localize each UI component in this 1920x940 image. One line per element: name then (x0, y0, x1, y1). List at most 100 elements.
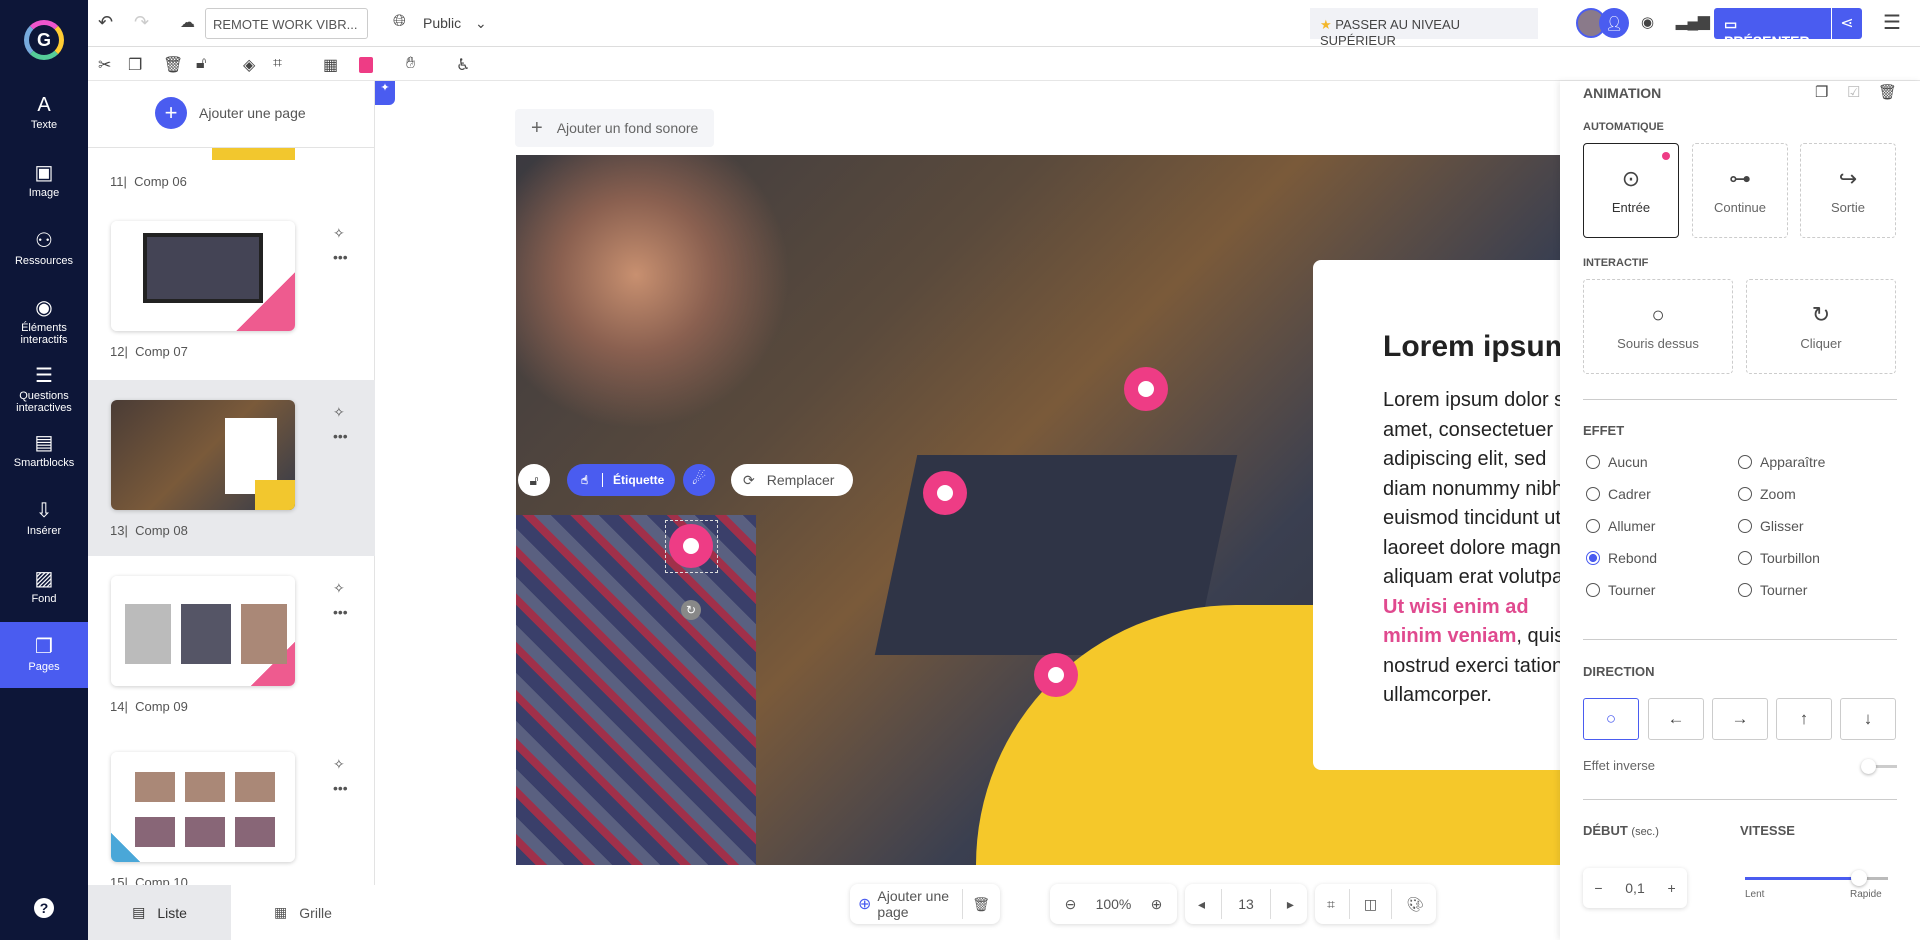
page-label-11[interactable]: 11| Comp 06 (110, 174, 187, 189)
paste-icon[interactable]: ☑ (1847, 83, 1860, 101)
next-page-icon[interactable]: ▸ (1277, 896, 1304, 913)
page-thumbnail[interactable] (111, 752, 295, 862)
add-sound-button[interactable]: + Ajouter un fond sonore (515, 109, 715, 147)
title-input[interactable]: REMOTE WORK VIBR... (205, 8, 368, 39)
rotate-handle[interactable]: ↻ (681, 600, 701, 620)
direction-none[interactable]: ○ (1583, 698, 1639, 740)
trash-icon[interactable]: 🗑︎ (1878, 83, 1897, 101)
upgrade-button[interactable]: ★ PASSER AU NIVEAU SUPÉRIEUR (1310, 8, 1538, 48)
redo-icon[interactable]: ↷ (134, 12, 149, 33)
stats-icon[interactable]: ▂▄▆ (1676, 12, 1710, 30)
menu-icon[interactable]: ☰ (1883, 10, 1901, 35)
slide-body[interactable]: Lorem ipsum dolor sit amet, consectetuer… (1383, 386, 1560, 711)
page-item-14[interactable]: ✧ ••• 14| Comp 09 (88, 556, 375, 732)
add-collaborator-button[interactable]: 👤︎ (1599, 8, 1629, 38)
more-icon[interactable]: ••• (333, 249, 348, 265)
interaction-button[interactable]: ☄ (683, 464, 715, 496)
effect-radio-glisser[interactable]: Glisser (1738, 518, 1804, 534)
add-page-bottom[interactable]: ⊕ Ajouter une page 🗑︎ (850, 884, 1000, 924)
effect-radio-tourbillon[interactable]: Tourbillon (1738, 550, 1820, 566)
anim-sortie[interactable]: ↪ Sortie (1800, 143, 1896, 238)
speed-slider[interactable] (1745, 870, 1888, 886)
genially-logo[interactable]: G (24, 20, 64, 60)
cut-icon[interactable]: ✂ (98, 55, 111, 75)
lock-icon[interactable]: 🔓︎ (196, 55, 206, 73)
page-item-12[interactable]: ✧ ••• 12| Comp 07 (88, 201, 375, 377)
share-button[interactable]: ⋖ (1832, 8, 1862, 39)
page-thumbnail[interactable] (111, 400, 295, 510)
unlock-element-button[interactable]: 🔓︎ (518, 464, 550, 496)
label-type-button[interactable]: ☝︎ Étiquette (567, 464, 675, 496)
effect-radio-aucun[interactable]: Aucun (1586, 454, 1648, 470)
more-icon[interactable]: ••• (333, 604, 348, 620)
tab-grille[interactable]: ▦ Grille (231, 885, 375, 940)
preview-eye-icon[interactable]: ◉ (1641, 13, 1654, 31)
anim-continue[interactable]: ⊶ Continue (1692, 143, 1788, 238)
anim-click[interactable]: ↻ Cliquer (1746, 279, 1896, 374)
prev-page-icon[interactable]: ◂ (1188, 896, 1215, 913)
slide[interactable]: Lorem ipsum Lorem ipsum dolor sit amet, … (516, 155, 1560, 865)
tab-liste[interactable]: ▤ Liste (88, 885, 231, 940)
zoom-in-icon[interactable]: ⊕ (1141, 896, 1173, 913)
transparency-icon[interactable]: ▦ (323, 55, 338, 75)
nav-questions-interactives[interactable]: ☰ Questions interactives (0, 354, 88, 426)
effect-radio-rebond[interactable]: Rebond (1586, 550, 1657, 566)
hotspot[interactable] (1034, 653, 1078, 697)
plus-icon[interactable]: + (1667, 880, 1675, 896)
page-thumbnail[interactable] (111, 576, 295, 686)
more-icon[interactable]: ••• (333, 780, 348, 796)
nav-elements-interactifs[interactable]: ◉ Éléments interactifs (0, 286, 88, 358)
effect-radio-tourner[interactable]: Tourner (1586, 582, 1655, 598)
effect-radio-allumer[interactable]: Allumer (1586, 518, 1655, 534)
magic-wand-icon[interactable]: ✧ (333, 404, 345, 421)
nav-inserer[interactable]: ⇩ Insérer (0, 486, 88, 552)
hand-icon[interactable]: ✋︎ (406, 55, 415, 73)
palette-icon[interactable]: 🎨︎ (1396, 896, 1434, 913)
add-page-button[interactable]: + Ajouter une page (155, 97, 306, 129)
magic-wand-icon[interactable]: ✧ (333, 225, 345, 242)
visibility-dropdown[interactable]: Public ⌄ (423, 15, 487, 32)
page-item-13[interactable]: ✧ ••• 13| Comp 08 (88, 380, 375, 556)
effect-radio-cadrer[interactable]: Cadrer (1586, 486, 1651, 502)
minus-icon[interactable]: − (1594, 880, 1602, 896)
nav-smartblocks[interactable]: ▤ Smartblocks (0, 418, 88, 484)
layers-icon[interactable]: ◈ (243, 55, 255, 75)
inverse-toggle[interactable] (1861, 759, 1897, 774)
delete-page-icon[interactable]: 🗑︎ (962, 896, 1000, 913)
selection-box[interactable] (665, 520, 718, 573)
replace-button[interactable]: ⟳ Remplacer (731, 464, 853, 496)
effect-radio-tourner[interactable]: Tourner (1738, 582, 1807, 598)
fit-icon[interactable]: ⌗ (1317, 896, 1345, 913)
direction-right[interactable]: → (1712, 698, 1768, 740)
nav-texte[interactable]: A Texte (0, 80, 88, 146)
nav-fond[interactable]: ▨ Fond (0, 554, 88, 620)
more-icon[interactable]: ••• (333, 428, 348, 444)
start-stepper[interactable]: −0,1 + (1583, 868, 1687, 908)
page-item-15[interactable]: ✧ ••• 15| Comp 10 (88, 732, 375, 908)
hotspot[interactable] (923, 471, 967, 515)
direction-up[interactable]: ↑ (1776, 698, 1832, 740)
nav-ressources[interactable]: ⚇ Ressources (0, 216, 88, 282)
accessibility-icon[interactable]: ♿︎ (456, 55, 470, 75)
magic-wand-icon[interactable]: ✧ (333, 756, 345, 773)
pin-icon[interactable]: ✦ (375, 81, 395, 105)
magic-wand-icon[interactable]: ✧ (333, 580, 345, 597)
anim-hover[interactable]: ○ Souris dessus (1583, 279, 1733, 374)
page-thumbnail[interactable] (111, 221, 295, 331)
effect-radio-apparaître[interactable]: Apparaître (1738, 454, 1825, 470)
effect-radio-zoom[interactable]: Zoom (1738, 486, 1796, 502)
duplicate-icon[interactable]: ❐ (128, 55, 142, 75)
help-button[interactable]: ? (34, 898, 54, 918)
direction-left[interactable]: ← (1648, 698, 1704, 740)
text-card[interactable]: Lorem ipsum Lorem ipsum dolor sit amet, … (1313, 260, 1560, 770)
hotspot[interactable] (1124, 367, 1168, 411)
slide-title[interactable]: Lorem ipsum (1383, 330, 1560, 364)
zoom-out-icon[interactable]: ⊖ (1055, 896, 1087, 913)
undo-icon[interactable]: ↶ (98, 12, 113, 33)
split-view-icon[interactable]: ◫ (1354, 896, 1387, 913)
anim-entree[interactable]: ⊙ Entrée (1583, 143, 1679, 238)
direction-down[interactable]: ↓ (1840, 698, 1896, 740)
nav-pages[interactable]: ❐ Pages (0, 622, 88, 688)
present-button[interactable]: ▭ PRÉSENTER (1714, 8, 1831, 49)
delete-icon[interactable]: 🗑︎ (163, 55, 183, 75)
